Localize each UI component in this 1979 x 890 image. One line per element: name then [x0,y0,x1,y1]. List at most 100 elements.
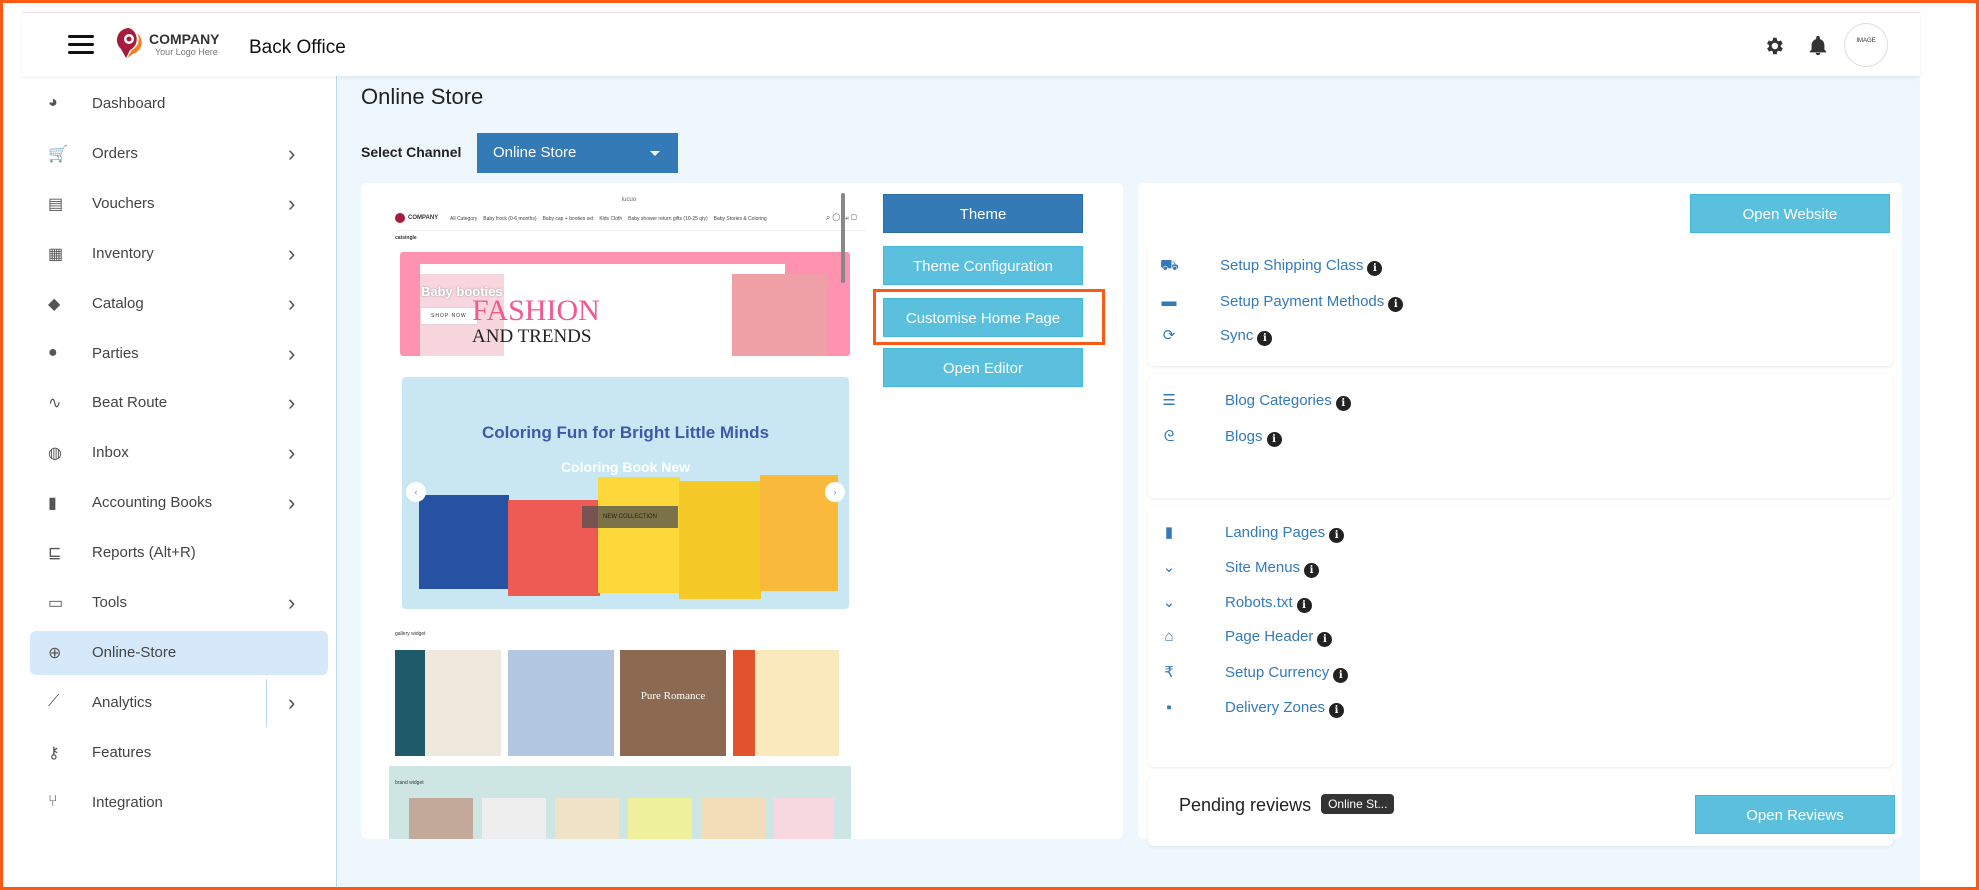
customise-home-page-button[interactable]: Customise Home Page [883,298,1083,337]
sidebar-item-parties[interactable]: ● Parties › [30,332,328,376]
info-icon[interactable]: i [1333,668,1349,683]
pending-reviews-card: Pending reviews Online St... Open Reviews [1148,776,1895,846]
info-icon[interactable]: i [1266,432,1282,447]
link-robots-txt[interactable]: Robots.txt i [1225,594,1312,613]
main-content: Online Store Select Channel Online Store… [338,76,1920,890]
link-setup-payment-methods[interactable]: Setup Payment Methods i [1220,293,1404,312]
info-icon[interactable]: i [1367,261,1383,276]
preview-nav-item: All Category [450,216,478,222]
open-reviews-button[interactable]: Open Reviews [1695,795,1895,834]
sidebar-item-reports-alt-r[interactable]: ⊑ Reports (Alt+R) [30,531,328,575]
line-chart-icon: ⟋ [48,692,60,710]
channel-select[interactable]: Online Store [477,133,678,173]
sidebar: ◕ Dashboard 🛒 Orders › ▤ Vouchers › ▦ Inventory › ◆… [22,76,337,890]
chevron-right-icon[interactable]: › [288,690,295,716]
bell-icon[interactable] [1807,35,1829,57]
credit-card-icon: ▬ [1161,293,1177,310]
sidebar-item-catalog[interactable]: ◆ Catalog › [30,282,328,326]
sidebar-item-label: Analytics [92,693,153,711]
preview-brand-label: brand widget [395,780,424,786]
link-setup-currency[interactable]: Setup Currency i [1225,664,1349,683]
sidebar-item-beat-route[interactable]: ∿ Beat Route › [30,381,328,425]
website-preview[interactable]: lucuo COMPANY All Category Baby frock (0-… [389,191,869,839]
info-icon[interactable]: i [1317,632,1333,647]
preview-nav-item: Baby cap + booties set [542,216,594,222]
site-settings-group: ▮ Landing Pages i ⌄ Site Menus i ⌄ Robots.txt i ⌂… [1148,505,1893,767]
channel-select-value: Online Store [493,144,577,161]
logo-pin-icon [116,27,142,58]
store-settings-group: ⛟ Setup Shipping Class i ▬ Setup Payment Met… [1148,246,1893,366]
info-icon[interactable]: i [1388,297,1404,312]
square-icon: ▪ [1166,699,1172,716]
link-landing-pages[interactable]: Landing Pages i [1225,524,1345,543]
chevron-right-icon[interactable]: › [288,191,295,217]
preview-fashion-banner: Baby booties SHOP NOW FASHION AND TRENDS [400,252,850,356]
sidebar-item-vouchers[interactable]: ▤ Vouchers › [30,182,328,226]
sidebar-item-analytics[interactable]: ⟋ Analytics › [30,678,328,727]
caret-down-icon [650,151,660,161]
link-setup-shipping-class[interactable]: Setup Shipping Class i [1220,257,1383,276]
preview-nav-item: Baby Stories & Coloring [713,216,767,222]
chevron-right-icon[interactable]: › [288,490,295,516]
link-label: Site Menus [1225,559,1301,576]
info-icon[interactable]: i [1257,331,1273,346]
sidebar-item-dashboard[interactable]: ◕ Dashboard [30,82,328,126]
open-editor-button[interactable]: Open Editor [883,348,1083,387]
settings-card: Open Website ⛟ Setup Shipping Class i ▬ Setu… [1138,183,1902,846]
theme-configuration-button[interactable]: Theme Configuration [883,246,1083,285]
company-logo[interactable]: COMPANY Your Logo Here [115,27,235,67]
link-blogs[interactable]: Blogs i [1225,428,1282,447]
sidebar-item-label: Features [92,743,152,761]
open-website-button[interactable]: Open Website [1690,194,1890,233]
info-icon[interactable]: i [1296,598,1312,613]
sidebar-item-features[interactable]: ⚷ Features [30,731,328,775]
link-delivery-zones[interactable]: Delivery Zones i [1225,699,1345,718]
avatar-placeholder-text: IMAGE [1856,38,1876,44]
chevron-right-icon[interactable]: › [288,291,295,317]
rupee-icon: ₹ [1164,664,1174,681]
book-icon: ▮ [48,495,57,513]
info-icon[interactable]: i [1329,528,1345,543]
sidebar-item-label: Reports (Alt+R) [92,544,196,562]
chevron-right-icon[interactable]: › [288,241,295,267]
user-avatar[interactable]: IMAGE [1844,23,1888,67]
preview-gallery-image [395,650,501,756]
link-page-header[interactable]: Page Header i [1225,628,1333,647]
chevron-right-icon[interactable]: › [288,440,295,466]
link-blog-categories[interactable]: Blog Categories i [1225,392,1351,411]
sidebar-item-tools[interactable]: ▭ Tools › [30,581,328,625]
menu-icon[interactable] [68,35,94,55]
chevron-right-icon[interactable]: › [288,341,295,367]
link-site-menus[interactable]: Site Menus i [1225,559,1320,578]
sidebar-item-label: Inbox [92,444,129,462]
blog-icon: ᘓ [1163,428,1175,445]
sidebar-item-online-store[interactable]: ⊕ Online-Store [30,630,328,675]
brand-tagline: Your Logo Here [155,47,218,57]
sidebar-item-label: Beat Route [92,394,168,412]
sidebar-item-accounting-books[interactable]: ▮ Accounting Books › [30,481,328,525]
theme-button[interactable]: Theme [883,194,1083,233]
preview-gallery-image [508,650,614,756]
sidebar-item-orders[interactable]: 🛒 Orders › [30,132,328,176]
route-icon: ∿ [48,395,62,413]
info-icon[interactable]: i [1335,396,1351,411]
info-icon[interactable]: i [1329,703,1345,718]
sidebar-item-inventory[interactable]: ▦ Inventory › [30,232,328,276]
info-icon[interactable]: i [1304,563,1320,578]
gear-icon[interactable] [1763,35,1785,57]
boxes-icon: ▦ [48,245,64,263]
chevron-circle-down-icon: ⌄ [1162,559,1176,576]
preview-scrollbar[interactable] [841,193,845,283]
sidebar-item-integration[interactable]: ⑂ Integration [30,781,328,825]
file-invoice-icon: ▤ [48,195,64,213]
link-label: Landing Pages [1225,524,1326,541]
preview-nav: All Category Baby frock (0-6 months) Baby … [450,216,773,222]
chevron-right-icon[interactable]: › [288,141,295,167]
chevron-right-icon[interactable]: › [288,590,295,616]
link-sync[interactable]: Sync i [1220,327,1273,346]
chevron-right-icon[interactable]: › [288,390,295,416]
sidebar-item-label: Tools [92,594,128,611]
sidebar-item-inbox[interactable]: ◍ Inbox › [30,431,328,475]
link-label: Sync [1220,327,1254,344]
preview-brand-widget: brand widget [389,766,851,839]
